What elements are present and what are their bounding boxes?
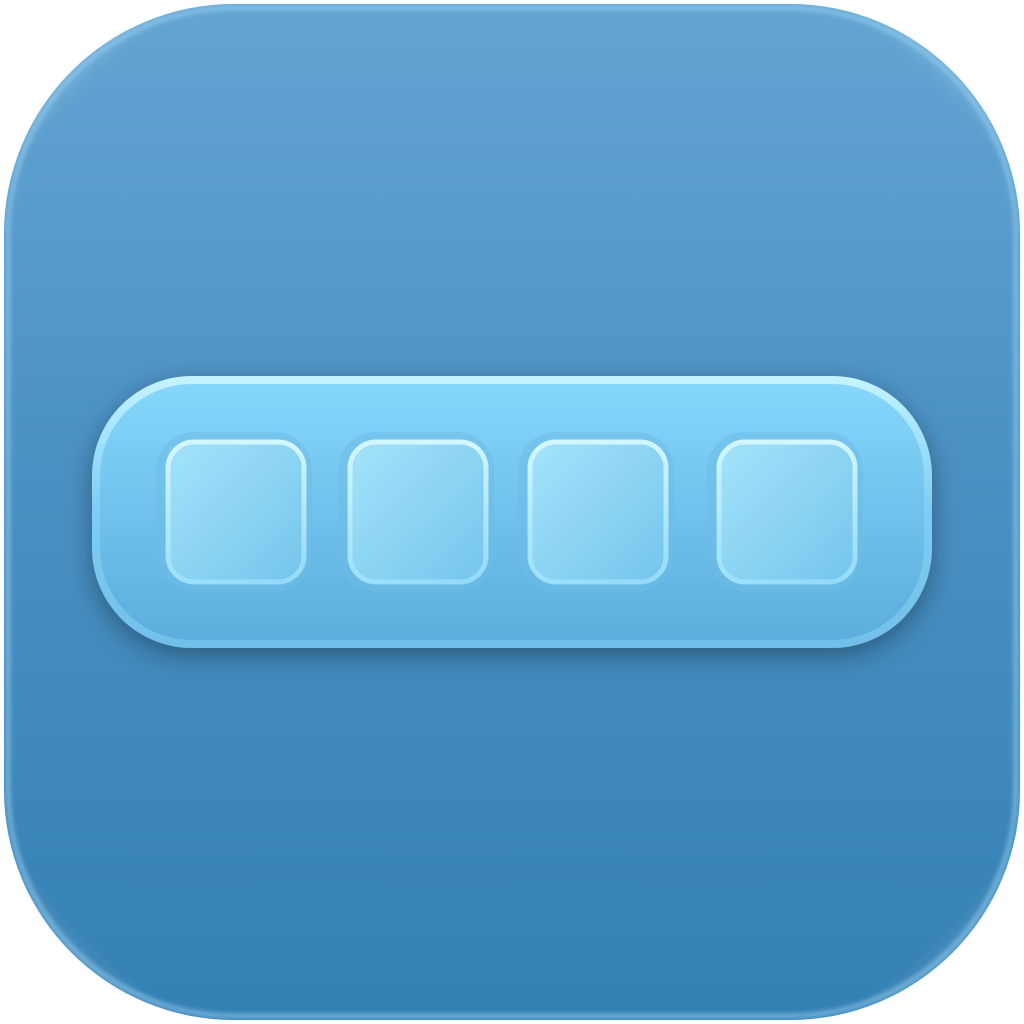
slot-1: [156, 432, 312, 592]
slot-4: [707, 432, 863, 592]
slot-2: [338, 432, 494, 592]
app-icon: [4, 4, 1020, 1020]
slot-3: [518, 432, 674, 592]
